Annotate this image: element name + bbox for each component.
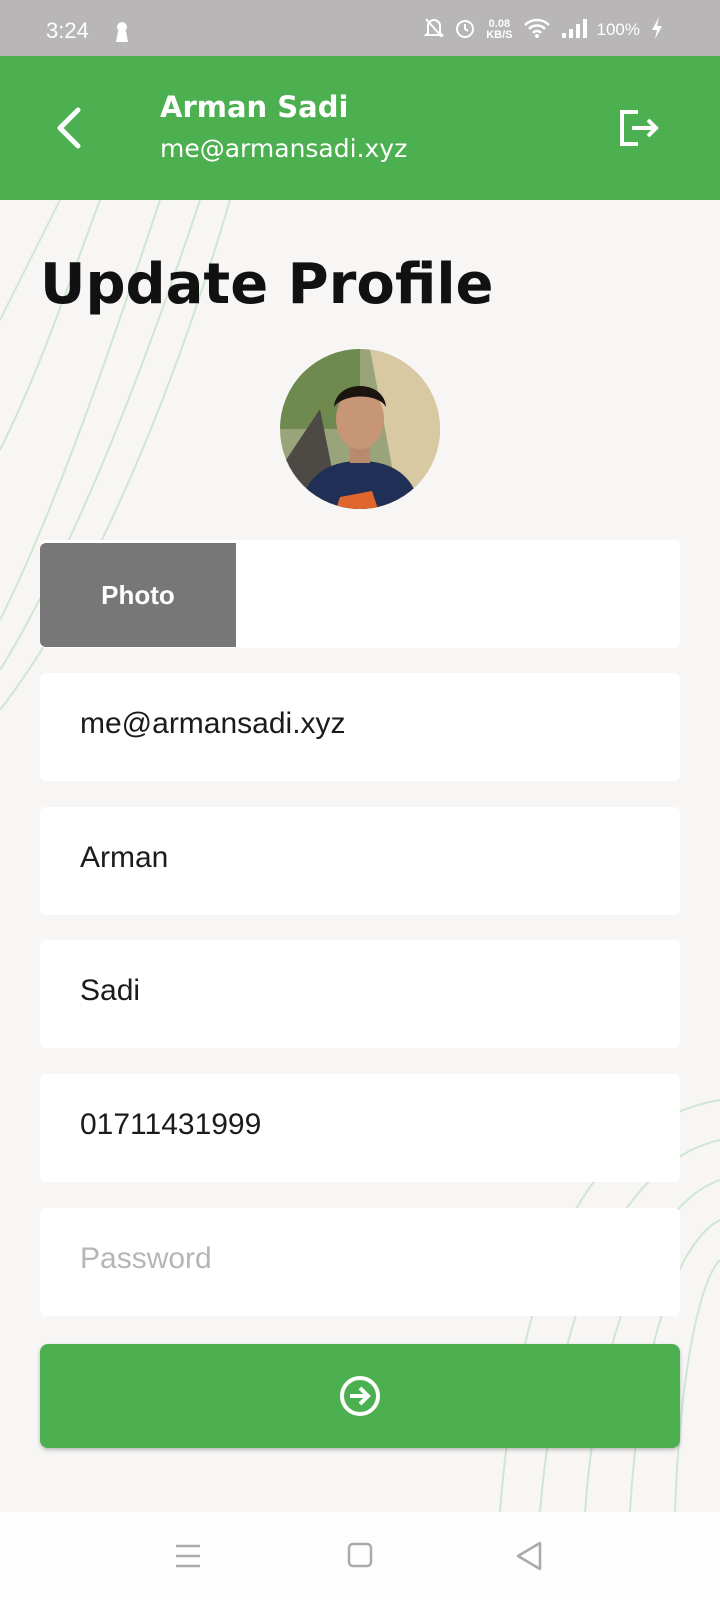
battery-percent: 100% [596, 20, 640, 39]
email-value: me@armansadi.xyz [80, 707, 346, 740]
first-name-value: Arman [80, 841, 169, 874]
keyhole-icon [114, 20, 130, 48]
password-placeholder: Password [80, 1242, 212, 1275]
arrow-circle-right-icon [340, 1376, 380, 1416]
logout-button[interactable] [618, 104, 664, 152]
back-button[interactable] [50, 104, 90, 152]
last-name-field[interactable]: Sadi [40, 940, 680, 1048]
wifi-icon [523, 17, 551, 43]
back-arrow-icon [57, 107, 81, 149]
charging-icon [650, 16, 664, 44]
photo-button[interactable]: Photo [40, 543, 236, 647]
status-icons: 0.08 KB/S 100% [423, 16, 664, 44]
photo-upload-field: Photo [40, 540, 680, 648]
phone-field[interactable]: 01711431999 [40, 1074, 680, 1182]
header-user-email: me@armansadi.xyz [160, 134, 408, 163]
page-title: Update Profile [40, 252, 494, 317]
alarm-icon [454, 17, 476, 43]
profile-avatar[interactable] [280, 349, 440, 509]
system-nav-bar [0, 1512, 720, 1600]
status-bar: 3:24 0.08 KB/S 100% [0, 0, 720, 56]
status-time: 3:24 [46, 18, 89, 43]
nav-back-button[interactable] [510, 1538, 550, 1574]
header-user-name: Arman Sadi [160, 90, 349, 124]
app-bar: Arman Sadi me@armansadi.xyz [0, 56, 720, 200]
menu-icon [176, 1544, 200, 1568]
first-name-field[interactable]: Arman [40, 807, 680, 915]
nav-menu-button[interactable] [168, 1538, 208, 1574]
phone-value: 01711431999 [80, 1108, 262, 1141]
triangle-back-icon [516, 1541, 542, 1571]
submit-button[interactable] [40, 1344, 680, 1448]
email-field[interactable]: me@armansadi.xyz [40, 673, 680, 781]
last-name-value: Sadi [80, 974, 141, 1007]
net-speed: 0.08 KB/S [486, 19, 512, 41]
signal-icon [561, 17, 587, 43]
nav-home-button[interactable] [340, 1538, 380, 1574]
net-speed-unit: KB/S [486, 29, 513, 41]
mute-bell-icon [423, 17, 445, 43]
logout-icon [620, 110, 659, 146]
square-home-icon [347, 1542, 373, 1568]
password-field[interactable]: Password [40, 1208, 680, 1316]
